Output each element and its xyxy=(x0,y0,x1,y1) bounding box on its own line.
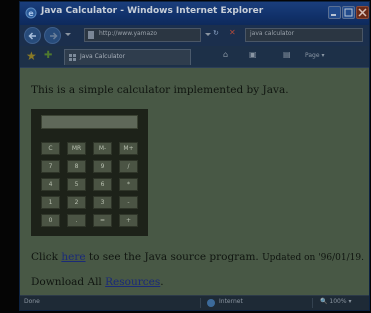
desktop: e Java Calculator - Windows Internet Exp… xyxy=(0,0,371,313)
calculator-display xyxy=(41,115,138,129)
internet-explorer-icon: e xyxy=(25,7,37,19)
status-separator xyxy=(200,298,201,308)
search-text: java calculator xyxy=(250,30,295,37)
maximize-icon xyxy=(344,8,353,17)
resources-link[interactable]: Resources xyxy=(105,276,160,288)
download-prefix: Download All xyxy=(31,276,106,288)
calc-key[interactable]: 3 xyxy=(93,196,112,209)
refresh-icon[interactable]: ↻ xyxy=(213,29,219,37)
status-separator xyxy=(312,298,313,308)
calc-key[interactable]: 1 xyxy=(41,196,60,209)
calc-key[interactable]: 6 xyxy=(93,178,112,191)
download-line: Download All Resources. xyxy=(31,276,164,288)
calc-key[interactable]: 5 xyxy=(67,178,86,191)
address-dropdown[interactable] xyxy=(205,33,211,36)
calc-key[interactable]: - xyxy=(119,196,138,209)
address-bar[interactable]: http://www.yamazo xyxy=(84,28,201,42)
calc-key[interactable]: M- xyxy=(93,142,112,155)
calc-key[interactable]: / xyxy=(119,160,138,173)
back-arrow-icon xyxy=(28,32,36,40)
source-line: Click here to see the Java source progra… xyxy=(31,251,364,263)
title-bar: e Java Calculator - Windows Internet Exp… xyxy=(20,2,369,25)
calculator-applet: C MR M- M+ 7 8 9 / 4 5 6 * 1 2 3- 0. = + xyxy=(31,109,148,236)
updated-date: Updated on '96/01/19. xyxy=(262,253,364,263)
calc-key[interactable]: C xyxy=(41,142,60,155)
zoom-level[interactable]: 🔍 100% ▾ xyxy=(320,298,351,305)
maximize-button[interactable] xyxy=(342,6,355,19)
calc-key[interactable]: 8 xyxy=(67,160,86,173)
calc-key[interactable]: 7 xyxy=(41,160,60,173)
home-icon[interactable]: ⌂ xyxy=(223,50,228,59)
calc-key[interactable]: + xyxy=(119,214,138,227)
favorites-bar: ★ ✚ Java Calculator ⌂ ▣ ▤ Page ▾ xyxy=(20,46,369,68)
minimize-button[interactable] xyxy=(328,6,341,19)
add-favorites-icon[interactable]: ✚ xyxy=(44,50,52,61)
close-icon xyxy=(358,8,367,17)
stop-icon[interactable]: ✕ xyxy=(229,28,236,37)
address-url: http://www.yamazo xyxy=(99,30,158,37)
internet-zone-icon xyxy=(207,299,215,307)
click-prefix: Click xyxy=(31,251,62,263)
calc-key[interactable]: 2 xyxy=(67,196,86,209)
search-box[interactable]: java calculator xyxy=(245,28,363,42)
calc-key[interactable]: 4 xyxy=(41,178,60,191)
calc-key[interactable]: = xyxy=(93,214,112,227)
security-zone-label: Internet xyxy=(219,298,243,305)
source-suffix: to see the Java source program. xyxy=(85,251,259,263)
status-text: Done xyxy=(24,298,40,305)
calc-key[interactable]: MR xyxy=(67,142,86,155)
browser-window: e Java Calculator - Windows Internet Exp… xyxy=(19,1,370,311)
tab-java-calculator[interactable]: Java Calculator xyxy=(64,49,191,65)
zoom-value: 100% xyxy=(329,298,347,305)
download-suffix: . xyxy=(160,276,164,288)
minimize-icon xyxy=(331,14,336,16)
here-link[interactable]: here xyxy=(61,251,85,263)
quick-tabs-icon xyxy=(69,54,76,61)
page-content: This is a simple calculator implemented … xyxy=(20,68,369,296)
calc-key[interactable]: . xyxy=(67,214,86,227)
page-menu[interactable]: Page ▾ xyxy=(305,52,324,59)
status-bar: Done Internet 🔍 100% ▾ xyxy=(20,295,369,310)
calc-key[interactable]: M+ xyxy=(119,142,138,155)
forward-arrow-icon xyxy=(50,32,58,40)
page-icon xyxy=(88,31,94,39)
svg-text:e: e xyxy=(28,9,34,18)
calc-key[interactable]: * xyxy=(119,178,138,191)
calc-key[interactable]: 0 xyxy=(41,214,60,227)
page-menu-label: Page xyxy=(305,52,320,59)
forward-button[interactable] xyxy=(44,27,61,44)
tab-label: Java Calculator xyxy=(80,53,126,60)
calc-key[interactable]: 9 xyxy=(93,160,112,173)
feeds-icon[interactable]: ▣ xyxy=(249,50,257,59)
window-title: Java Calculator - Windows Internet Explo… xyxy=(41,6,264,16)
back-button[interactable] xyxy=(24,27,41,44)
recent-pages-dropdown[interactable] xyxy=(65,33,71,36)
intro-text: This is a simple calculator implemented … xyxy=(31,84,289,96)
print-icon[interactable]: ▤ xyxy=(283,50,291,59)
favorites-star-icon[interactable]: ★ xyxy=(26,49,37,63)
navigation-bar: http://www.yamazo ↻ ✕ java calculator xyxy=(20,25,369,46)
close-button[interactable] xyxy=(356,6,369,19)
